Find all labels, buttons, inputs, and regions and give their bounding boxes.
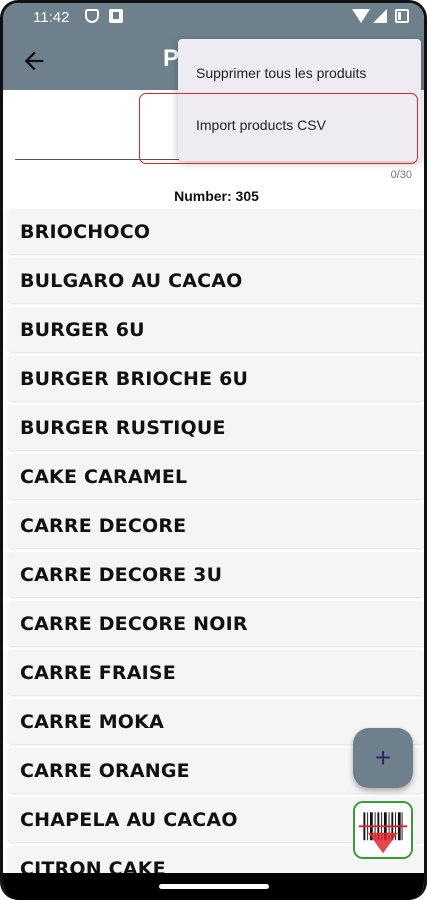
wifi-icon [352,9,370,23]
add-product-button[interactable]: + [353,728,413,788]
list-item[interactable]: BURGER BRIOCHE 6U [8,356,424,401]
scan-barcode-button[interactable] [353,801,413,859]
list-item[interactable]: BURGER RUSTIQUE [8,405,424,450]
character-counter: 0/30 [390,169,412,181]
menu-item-import-csv[interactable]: Import products CSV [178,97,421,153]
list-item[interactable]: CARRE DECORE [8,503,424,548]
signal-icon [373,9,387,23]
status-time: 11:42 [33,9,70,26]
home-indicator[interactable] [158,884,269,889]
overflow-menu: Supprimer tous les produits Import produ… [178,39,421,161]
plus-icon: + [374,742,392,773]
list-item[interactable]: CAKE CARAMEL [8,454,424,499]
list-item[interactable]: CARRE DECORE NOIR [8,601,424,646]
menu-item-delete-all[interactable]: Supprimer tous les produits [178,45,421,101]
barcode-icon [355,803,411,857]
list-item[interactable]: BULGARO AU CACAO [8,258,424,303]
battery-icon [395,9,409,23]
system-navigation-bar [3,873,424,900]
page-title: P [163,45,180,72]
status-bar: 11:42 [3,3,424,33]
arrow-back-icon [24,51,44,71]
list-item[interactable]: CARRE FRAISE [8,650,424,695]
back-button[interactable] [20,47,48,75]
product-list: BRIOCHOCO BULGARO AU CACAO BURGER 6U BURGER… [8,209,424,895]
list-item[interactable]: BURGER 6U [8,307,424,352]
list-item[interactable]: CARRE DECORE 3U [8,552,424,597]
shield-icon [85,9,99,23]
list-item[interactable]: BRIOCHOCO [8,209,424,254]
product-count: Number: 305 [174,188,259,204]
phone-screen: 11:42 P 0/30 Number: 305 BRIOCHOCO BULGAR… [0,0,427,900]
notification-icon [109,9,123,23]
